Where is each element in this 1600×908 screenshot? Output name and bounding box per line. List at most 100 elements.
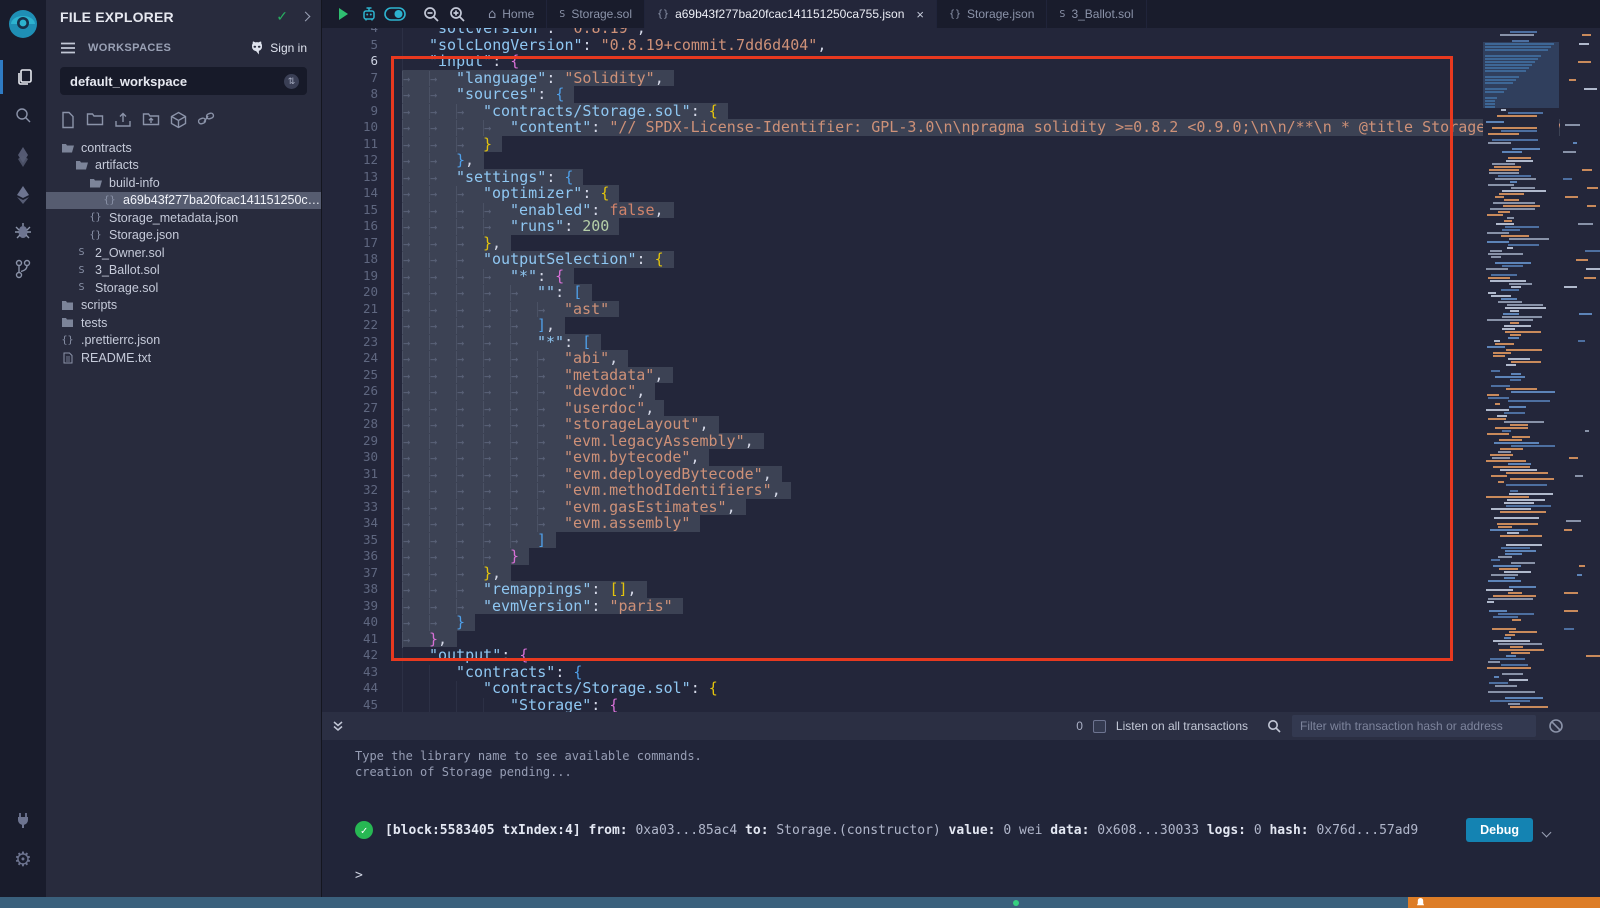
rail-solidity-compiler-icon[interactable] — [0, 140, 46, 174]
tree-item-tests[interactable]: tests — [46, 314, 321, 332]
tree-item-storage-sol[interactable]: SStorage.sol — [46, 279, 321, 297]
editor-line-32[interactable]: 32→→→→→→"evm.methodIdentifiers", — [322, 482, 1483, 499]
rail-file-explorer-icon[interactable] — [0, 60, 46, 94]
cube-icon[interactable] — [170, 111, 187, 129]
run-script-button[interactable] — [330, 0, 356, 28]
overview-ruler[interactable] — [1560, 28, 1600, 712]
editor-line-14[interactable]: 14→→→"optimizer": { — [322, 185, 1483, 202]
editor-line-8[interactable]: 8→→"sources": { — [322, 86, 1483, 103]
hamburger-icon[interactable] — [60, 42, 76, 54]
editor-line-5[interactable]: 5→"solcLongVersion": "0.8.19+commit.7dd6… — [322, 37, 1483, 54]
tree-item-readme-txt[interactable]: README.txt — [46, 349, 321, 367]
tree-item-label: Storage.sol — [95, 281, 158, 295]
editor-line-18[interactable]: 18→→→"outputSelection": { — [322, 251, 1483, 268]
transaction-filter-input[interactable] — [1292, 715, 1536, 737]
rail-debugger-icon[interactable] — [0, 214, 46, 248]
terminal-collapse-icon[interactable] — [332, 720, 344, 732]
code-editor[interactable]: 4→"solcVersion": "0.8.19",5→"solcLongVer… — [322, 28, 1600, 712]
tree-item-storage-metadata-json[interactable]: {}Storage_metadata.json — [46, 209, 321, 227]
editor-line-24[interactable]: 24→→→→→→"abi", — [322, 350, 1483, 367]
editor-line-23[interactable]: 23→→→→→"*": [ — [322, 334, 1483, 351]
editor-line-7[interactable]: 7→→"language": "Solidity", — [322, 70, 1483, 87]
tab-storage-json[interactable]: {}Storage.json — [937, 0, 1047, 28]
sign-in-button[interactable]: Sign in — [249, 41, 307, 55]
editor-line-25[interactable]: 25→→→→→→"metadata", — [322, 367, 1483, 384]
editor-line-21[interactable]: 21→→→→→→"ast" — [322, 301, 1483, 318]
editor-line-6[interactable]: 6→"input": { — [322, 53, 1483, 70]
editor-line-37[interactable]: 37→→→}, — [322, 565, 1483, 582]
editor-line-11[interactable]: 11→→→} — [322, 136, 1483, 153]
rail-plugin-manager-icon[interactable] — [0, 803, 46, 837]
editor-line-35[interactable]: 35→→→→→] — [322, 532, 1483, 549]
tree-item-build-info[interactable]: build-info — [46, 174, 321, 192]
tree-item-a69b43f277ba20fcac141151250ca7-[interactable]: {}a69b43f277ba20fcac141151250ca7... — [46, 192, 321, 210]
tree-item--prettierrc-json[interactable]: {}.prettierrc.json — [46, 332, 321, 350]
editor-line-34[interactable]: 34→→→→→→"evm.assembly" — [322, 515, 1483, 532]
rail-search-icon[interactable] — [0, 98, 46, 132]
tree-item-storage-json[interactable]: {}Storage.json — [46, 227, 321, 245]
remix-logo-icon[interactable] — [3, 6, 43, 46]
editor-line-43[interactable]: 43→→"contracts": { — [322, 664, 1483, 681]
editor-line-27[interactable]: 27→→→→→→"userdoc", — [322, 400, 1483, 417]
editor-line-20[interactable]: 20→→→→→"": [ — [322, 284, 1483, 301]
tree-item-artifacts[interactable]: artifacts — [46, 157, 321, 175]
editor-line-15[interactable]: 15→→→→"enabled": false, — [322, 202, 1483, 219]
zoom-out-icon[interactable] — [418, 0, 444, 28]
tree-item-3-ballot-sol[interactable]: S3_Ballot.sol — [46, 262, 321, 280]
folder-open-icon — [60, 142, 75, 154]
rail-settings-icon[interactable]: ⚙ — [0, 842, 46, 876]
tab-label: Storage.sol — [571, 7, 632, 21]
ai-robot-icon[interactable] — [356, 0, 382, 28]
link-icon[interactable] — [197, 111, 215, 129]
rail-git-icon[interactable] — [0, 252, 46, 286]
expand-transaction-icon[interactable] — [1543, 821, 1550, 840]
editor-line-22[interactable]: 22→→→→→], — [322, 317, 1483, 334]
editor-line-16[interactable]: 16→→→→"runs": 200 — [322, 218, 1483, 235]
terminal-prompt[interactable]: > — [355, 868, 1600, 883]
editor-line-30[interactable]: 30→→→→→→"evm.bytecode", — [322, 449, 1483, 466]
editor-line-9[interactable]: 9→→→"contracts/Storage.sol": { — [322, 103, 1483, 120]
tab-home[interactable]: ⌂Home — [476, 0, 547, 28]
tree-item-contracts[interactable]: contracts — [46, 139, 321, 157]
tab-3-ballot-sol[interactable]: S3_Ballot.sol — [1047, 0, 1146, 28]
editor-line-39[interactable]: 39→→→"evmVersion": "paris" — [322, 598, 1483, 615]
editor-line-44[interactable]: 44→→→"contracts/Storage.sol": { — [322, 680, 1483, 697]
debug-button[interactable]: Debug — [1466, 818, 1533, 842]
editor-line-28[interactable]: 28→→→→→→"storageLayout", — [322, 416, 1483, 433]
minimap[interactable] — [1483, 28, 1559, 712]
editor-line-40[interactable]: 40→→} — [322, 614, 1483, 631]
scam-alert-badge[interactable] — [1408, 897, 1600, 908]
new-folder-icon[interactable] — [86, 111, 104, 129]
tab-storage-sol[interactable]: SStorage.sol — [547, 0, 645, 28]
editor-line-45[interactable]: 45→→→→"Storage": { — [322, 697, 1483, 713]
tree-item-2-owner-sol[interactable]: S2_Owner.sol — [46, 244, 321, 262]
editor-line-42[interactable]: 42→"output": { — [322, 647, 1483, 664]
transaction-row[interactable]: ✓ [block:5583405 txIndex:4] from: 0xa03.… — [355, 818, 1600, 842]
editor-line-26[interactable]: 26→→→→→→"devdoc", — [322, 383, 1483, 400]
zoom-in-icon[interactable] — [444, 0, 470, 28]
editor-line-33[interactable]: 33→→→→→→"evm.gasEstimates", — [322, 499, 1483, 516]
tab-a69b43f277ba20fcac141151250ca755-json[interactable]: {}a69b43f277ba20fcac141151250ca755.json× — [645, 0, 937, 28]
editor-line-19[interactable]: 19→→→→"*": { — [322, 268, 1483, 285]
copilot-toggle[interactable] — [382, 0, 408, 28]
rail-deploy-run-icon[interactable] — [0, 178, 46, 212]
editor-line-29[interactable]: 29→→→→→→"evm.legacyAssembly", — [322, 433, 1483, 450]
upload-file-icon[interactable] — [114, 111, 132, 129]
editor-line-31[interactable]: 31→→→→→→"evm.deployedBytecode", — [322, 466, 1483, 483]
tree-item-scripts[interactable]: scripts — [46, 297, 321, 315]
editor-line-13[interactable]: 13→→"settings": { — [322, 169, 1483, 186]
editor-line-38[interactable]: 38→→→"remappings": [], — [322, 581, 1483, 598]
editor-line-41[interactable]: 41→}, — [322, 631, 1483, 648]
braces-icon: {} — [60, 335, 75, 346]
editor-line-17[interactable]: 17→→→}, — [322, 235, 1483, 252]
upload-folder-icon[interactable] — [142, 111, 160, 129]
editor-line-10[interactable]: 10→→→→"content": "// SPDX-License-Identi… — [322, 119, 1483, 136]
listen-checkbox[interactable] — [1093, 720, 1106, 733]
clear-console-icon[interactable] — [1548, 718, 1564, 734]
workspace-select[interactable]: default_workspace ⇅ — [60, 67, 307, 95]
new-file-icon[interactable] — [60, 111, 76, 129]
chevron-right-icon[interactable] — [301, 12, 311, 22]
close-tab-icon[interactable]: × — [916, 7, 924, 22]
editor-line-12[interactable]: 12→→}, — [322, 152, 1483, 169]
editor-line-36[interactable]: 36→→→→} — [322, 548, 1483, 565]
